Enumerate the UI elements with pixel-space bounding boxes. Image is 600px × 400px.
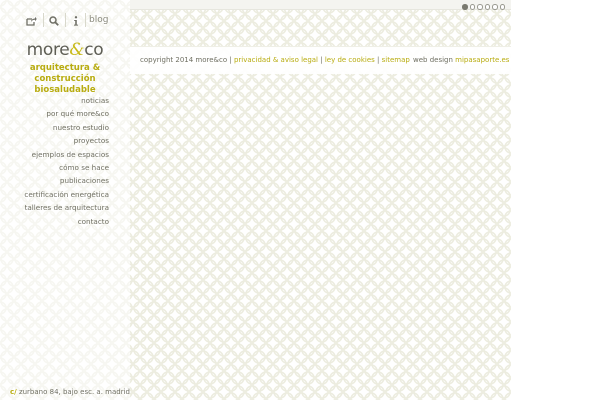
nav-item-noticias[interactable]: noticias	[24, 94, 109, 107]
tagline: arquitectura & construcción biosaludable	[0, 63, 130, 96]
footer-separator: |	[318, 56, 325, 64]
sidebar: blog more&co arquitectura & construcción…	[0, 0, 130, 400]
slider-pagination	[462, 4, 505, 10]
nav-item-proyectos[interactable]: proyectos	[24, 134, 109, 147]
nav-item-contacto[interactable]: contacto	[24, 215, 109, 228]
slider-dot-2[interactable]	[469, 4, 475, 10]
image-slider	[130, 0, 511, 10]
logo-text-co: co	[84, 40, 104, 60]
nav-item-talleres[interactable]: talleres de arquitectura	[24, 201, 109, 214]
slider-dot-5[interactable]	[492, 4, 498, 10]
nav-item-publicaciones[interactable]: publicaciones	[24, 174, 109, 187]
right-panel	[511, 0, 600, 400]
logo-ampersand: &	[69, 40, 85, 60]
search-icon[interactable]	[44, 11, 64, 31]
footer-separator: |	[374, 56, 382, 64]
footer: copyright 2014 more&co | privacidad & av…	[130, 46, 511, 74]
nav-item-nuestro-estudio[interactable]: nuestro estudio	[24, 121, 109, 134]
slider-dot-1[interactable]	[462, 4, 468, 10]
blog-link[interactable]: blog	[89, 15, 108, 25]
tagline-line-1: arquitectura & construcción	[29, 63, 101, 84]
slider-dot-3[interactable]	[477, 4, 483, 10]
web-design-label: web design	[413, 56, 456, 64]
logo[interactable]: more&co	[0, 40, 130, 60]
nav-item-como-se-hace[interactable]: cómo se hace	[24, 161, 109, 174]
footer-links: copyright 2014 more&co | privacidad & av…	[140, 56, 410, 64]
icon-toolbar: blog	[0, 9, 130, 33]
main-nav: noticias por qué more&co nuestro estudio…	[24, 94, 109, 228]
nav-item-por-que[interactable]: por qué more&co	[24, 107, 109, 120]
address: c/ zurbano 84, bajo esc. a. madrid	[10, 388, 130, 396]
nav-item-ejemplos[interactable]: ejemplos de espacios	[24, 148, 109, 161]
cookies-link[interactable]: ley de cookies	[325, 56, 375, 64]
web-design-link[interactable]: mipasaporte.es	[455, 56, 509, 64]
slider-dot-6[interactable]	[499, 4, 505, 10]
address-symbol: c/	[10, 388, 17, 396]
nav-item-certificacion[interactable]: certificación energética	[24, 188, 109, 201]
address-text: zurbano 84, bajo esc. a. madrid	[16, 388, 130, 396]
slider-dot-4[interactable]	[484, 4, 490, 10]
privacy-link[interactable]: privacidad & aviso legal	[234, 56, 318, 64]
web-design-credit: web design mipasaporte.es	[413, 56, 509, 64]
toolbar-divider	[85, 13, 86, 27]
info-icon[interactable]	[66, 11, 86, 31]
logo-text-more: more	[26, 40, 70, 60]
share-icon[interactable]	[21, 11, 41, 31]
copyright-text: copyright 2014 more&co |	[140, 56, 234, 64]
sitemap-link[interactable]: sitemap	[382, 56, 410, 64]
